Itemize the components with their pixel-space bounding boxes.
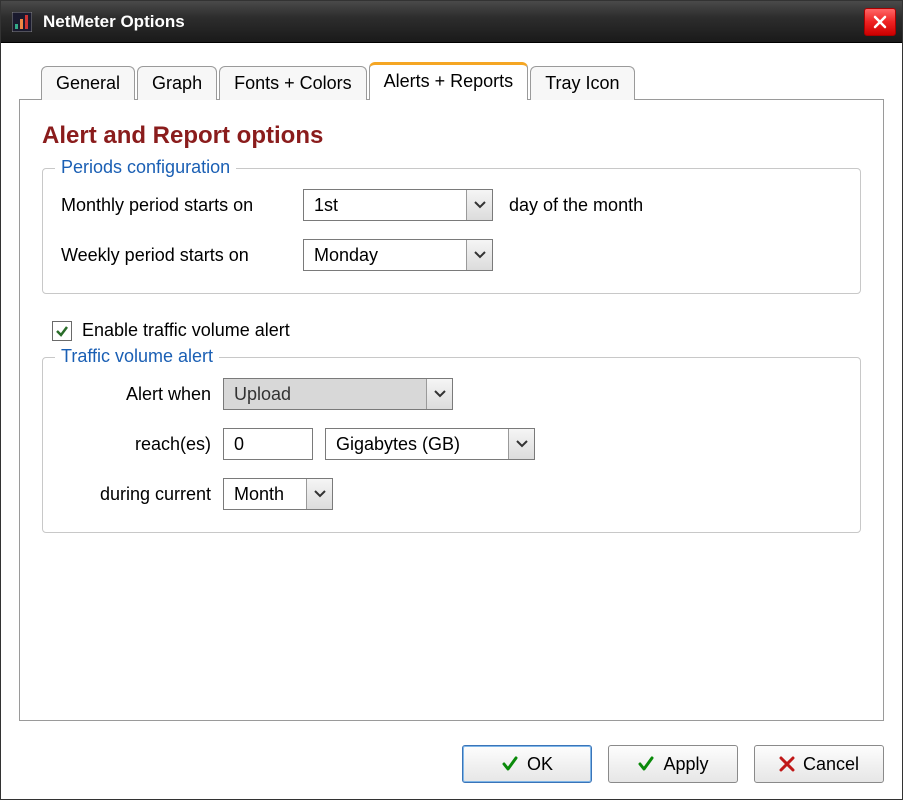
tab-graph[interactable]: Graph <box>137 66 217 100</box>
checkbox-box <box>52 321 72 341</box>
periods-groupbox: Periods configuration Monthly period sta… <box>42 168 861 294</box>
tab-alerts-reports[interactable]: Alerts + Reports <box>369 62 529 100</box>
unit-select[interactable]: Gigabytes (GB) <box>325 428 535 460</box>
section-title: Alert and Report options <box>42 122 861 150</box>
check-icon <box>55 324 69 338</box>
window-title: NetMeter Options <box>43 12 864 32</box>
ok-label: OK <box>527 754 553 775</box>
traffic-groupbox: Traffic volume alert Alert when Upload r… <box>42 357 861 533</box>
alert-when-label: Alert when <box>61 384 211 405</box>
close-icon <box>873 15 887 29</box>
chevron-down-icon <box>306 479 332 509</box>
monthly-row: Monthly period starts on 1st day of the … <box>61 189 842 221</box>
apply-label: Apply <box>663 754 708 775</box>
alert-when-row: Alert when Upload <box>61 378 842 410</box>
weekly-row: Weekly period starts on Monday <box>61 239 842 271</box>
enable-alert-checkbox[interactable]: Enable traffic volume alert <box>52 320 861 341</box>
alert-when-value: Upload <box>224 379 426 409</box>
alert-when-select[interactable]: Upload <box>223 378 453 410</box>
reaches-label: reach(es) <box>61 434 211 455</box>
weekly-start-select[interactable]: Monday <box>303 239 493 271</box>
options-window: NetMeter Options General Graph Fonts + C… <box>0 0 903 800</box>
monthly-start-value: 1st <box>304 190 466 220</box>
check-icon <box>637 755 655 773</box>
cancel-label: Cancel <box>803 754 859 775</box>
chevron-down-icon <box>426 379 452 409</box>
during-value: Month <box>224 479 306 509</box>
ok-button[interactable]: OK <box>462 745 592 783</box>
tab-content: Alert and Report options Periods configu… <box>19 99 884 721</box>
periods-legend: Periods configuration <box>55 157 236 178</box>
reaches-row: reach(es) 0 Gigabytes (GB) <box>61 428 842 460</box>
tabstrip: General Graph Fonts + Colors Alerts + Re… <box>19 61 884 99</box>
enable-alert-label: Enable traffic volume alert <box>82 320 290 341</box>
cancel-button[interactable]: Cancel <box>754 745 884 783</box>
titlebar: NetMeter Options <box>1 1 902 43</box>
reaches-input[interactable]: 0 <box>223 428 313 460</box>
button-bar: OK Apply Cancel <box>1 731 902 799</box>
close-button[interactable] <box>864 8 896 36</box>
check-icon <box>501 755 519 773</box>
reaches-value: 0 <box>234 434 244 455</box>
weekly-label: Weekly period starts on <box>61 245 291 266</box>
client-area: General Graph Fonts + Colors Alerts + Re… <box>1 43 902 731</box>
during-select[interactable]: Month <box>223 478 333 510</box>
unit-value: Gigabytes (GB) <box>326 429 508 459</box>
traffic-legend: Traffic volume alert <box>55 346 219 367</box>
apply-button[interactable]: Apply <box>608 745 738 783</box>
tab-general[interactable]: General <box>41 66 135 100</box>
chevron-down-icon <box>466 190 492 220</box>
during-label: during current <box>61 484 211 505</box>
tab-fonts-colors[interactable]: Fonts + Colors <box>219 66 367 100</box>
chevron-down-icon <box>508 429 534 459</box>
tab-tray-icon[interactable]: Tray Icon <box>530 66 634 100</box>
app-icon <box>11 11 33 33</box>
weekly-start-value: Monday <box>304 240 466 270</box>
chevron-down-icon <box>466 240 492 270</box>
during-row: during current Month <box>61 478 842 510</box>
monthly-suffix: day of the month <box>509 195 643 216</box>
x-icon <box>779 756 795 772</box>
monthly-start-select[interactable]: 1st <box>303 189 493 221</box>
monthly-label: Monthly period starts on <box>61 195 291 216</box>
